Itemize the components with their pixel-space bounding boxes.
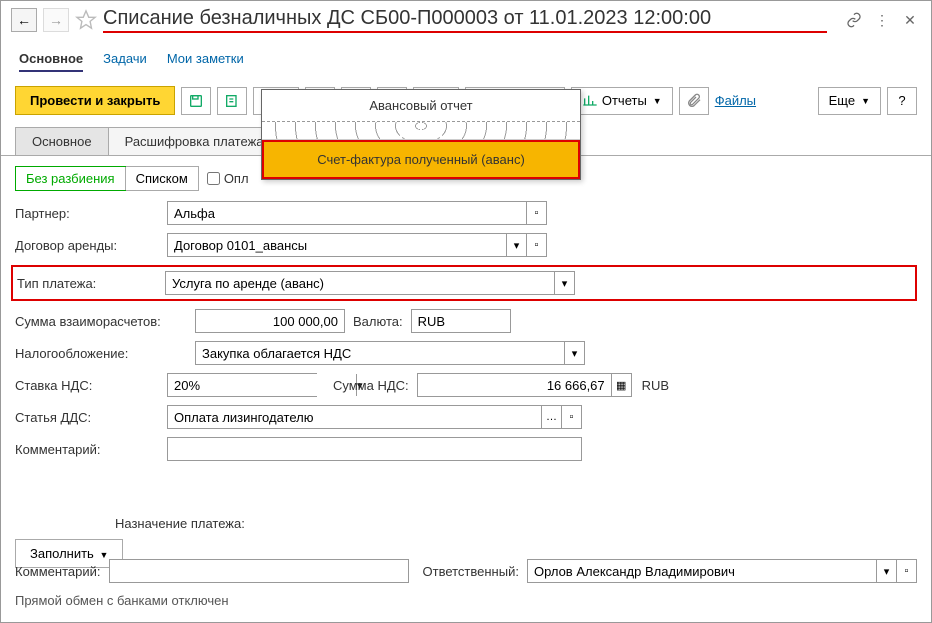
partner-input[interactable] <box>168 202 526 224</box>
currency-label: Валюта: <box>353 314 403 329</box>
open-button[interactable]: ▫ <box>561 406 581 428</box>
dropdown-button[interactable]: ▾ <box>564 342 584 364</box>
open-button[interactable]: ▫ <box>896 560 916 582</box>
responsible-label: Ответственный: <box>423 564 519 579</box>
post-button[interactable] <box>217 87 247 115</box>
vat-rate-input-group: ▾ <box>167 373 317 397</box>
more-button[interactable]: Еще ▼ <box>818 87 881 115</box>
mode-list[interactable]: Списком <box>125 167 198 190</box>
detail-comment-label: Комментарий: <box>15 442 167 457</box>
chevron-down-icon: ▼ <box>653 96 662 106</box>
link-icon[interactable] <box>843 9 865 31</box>
favorite-star-icon[interactable] <box>75 9 97 31</box>
files-link[interactable]: Файлы <box>715 93 756 108</box>
page-title: Списание безналичных ДС СБ00-П000003 от … <box>103 7 827 33</box>
partner-label: Партнер: <box>15 206 167 221</box>
vat-rate-label: Ставка НДС: <box>15 378 167 393</box>
contract-input[interactable] <box>168 234 506 256</box>
calculator-button[interactable]: ▦ <box>611 374 631 396</box>
dropdown-button[interactable]: ▾ <box>554 272 574 294</box>
contract-label: Договор аренды: <box>15 238 167 253</box>
dropdown-button[interactable]: ▾ <box>506 234 526 256</box>
more-label: Еще <box>829 93 855 108</box>
close-icon[interactable]: ✕ <box>899 9 921 31</box>
tab-main[interactable]: Основное <box>19 47 83 72</box>
footer-comment-input[interactable] <box>109 559 409 583</box>
payment-checkbox-label[interactable]: Опл <box>207 171 249 186</box>
settlement-sum-label: Сумма взаиморасчетов: <box>15 314 195 329</box>
select-button[interactable]: … <box>541 406 561 428</box>
reports-button[interactable]: Отчеты ▼ <box>571 87 673 115</box>
taxation-label: Налогообложение: <box>15 346 195 361</box>
payment-type-input-group: ▾ <box>165 271 575 295</box>
cash-flow-input-group: … ▫ <box>167 405 582 429</box>
chevron-down-icon: ▼ <box>861 96 870 106</box>
tab-tasks[interactable]: Задачи <box>103 47 147 72</box>
currency-input[interactable] <box>411 309 511 333</box>
dropdown-item-invoice-received-advance[interactable]: Счет-фактура полученный (аванс) <box>262 140 580 179</box>
payment-type-input[interactable] <box>166 272 554 294</box>
payment-checkbox-text: Опл <box>224 171 249 186</box>
vat-rate-input[interactable] <box>168 374 356 396</box>
payment-checkbox[interactable] <box>207 172 220 185</box>
dropdown-torn-edge <box>262 122 580 140</box>
bank-exchange-status: Прямой обмен с банками отключен <box>15 593 917 608</box>
partner-input-group: ▫ <box>167 201 547 225</box>
payment-type-label: Тип платежа: <box>17 276 165 291</box>
mode-no-split[interactable]: Без разбиения <box>15 166 126 191</box>
settlement-sum-input[interactable] <box>195 309 345 333</box>
dropdown-item-advance-report[interactable]: Авансовый отчет <box>262 90 580 122</box>
responsible-input-group: ▾ ▫ <box>527 559 917 583</box>
vat-currency-label: RUB <box>642 378 669 393</box>
nav-forward-button[interactable]: → <box>43 8 69 32</box>
detail-comment-input[interactable] <box>167 437 582 461</box>
help-button[interactable]: ? <box>887 87 917 115</box>
dropdown-button[interactable]: ▾ <box>876 560 896 582</box>
split-mode-toggle: Без разбиения Списком <box>15 166 199 191</box>
kebab-menu-icon[interactable]: ⋮ <box>871 9 893 31</box>
subtab-main[interactable]: Основное <box>15 127 109 155</box>
footer-comment-label: Комментарий: <box>15 564 101 579</box>
open-button[interactable]: ▫ <box>526 202 546 224</box>
cash-flow-label: Статья ДДС: <box>15 410 167 425</box>
attachment-button[interactable] <box>679 87 709 115</box>
taxation-input-group: ▾ <box>195 341 585 365</box>
cash-flow-input[interactable] <box>168 406 541 428</box>
create-based-on-dropdown: Авансовый отчет Счет-фактура полученный … <box>261 89 581 180</box>
vat-sum-input[interactable] <box>418 374 611 396</box>
reports-label: Отчеты <box>602 93 647 108</box>
vat-sum-input-group: ▦ <box>417 373 632 397</box>
vat-sum-label: Сумма НДС: <box>333 378 409 393</box>
purpose-label: Назначение платежа: <box>15 516 917 531</box>
contract-input-group: ▾ ▫ <box>167 233 547 257</box>
open-button[interactable]: ▫ <box>526 234 546 256</box>
responsible-input[interactable] <box>528 560 876 582</box>
nav-back-button[interactable]: ← <box>11 8 37 32</box>
post-and-close-button[interactable]: Провести и закрыть <box>15 86 175 115</box>
tab-notes[interactable]: Мои заметки <box>167 47 244 72</box>
save-button[interactable] <box>181 87 211 115</box>
taxation-input[interactable] <box>196 342 564 364</box>
